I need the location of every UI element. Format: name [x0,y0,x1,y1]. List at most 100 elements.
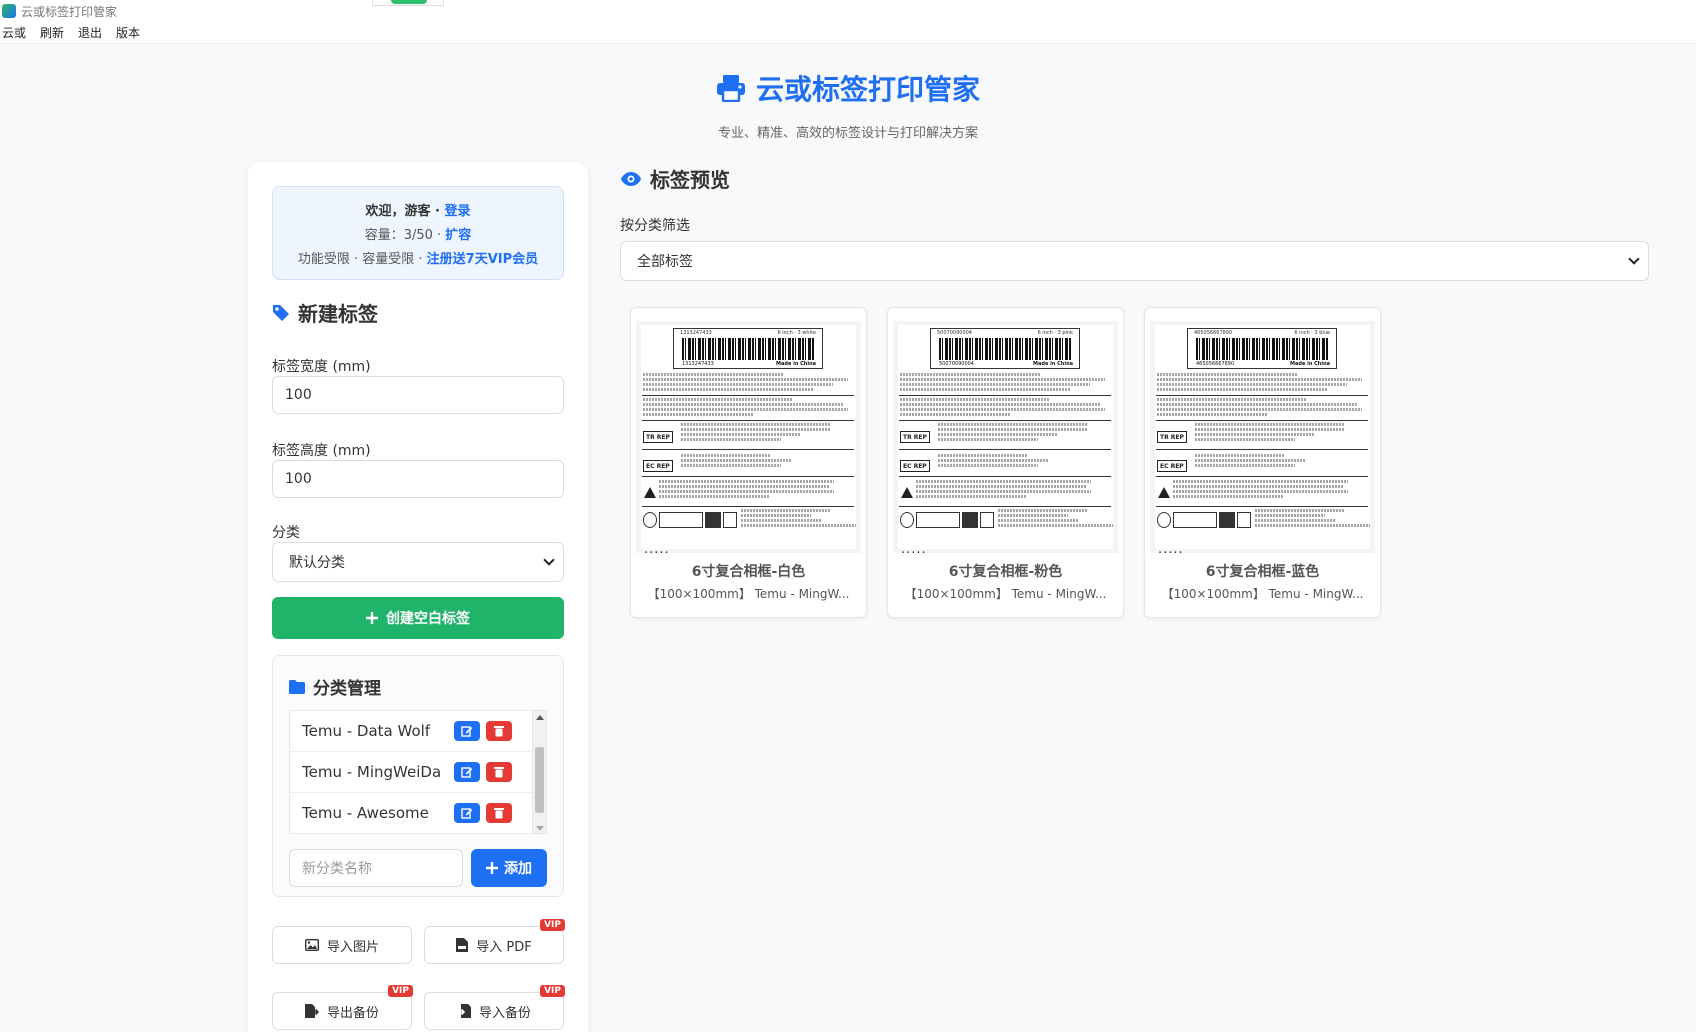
text-line [741,524,856,527]
edit-category-button[interactable] [454,762,480,782]
edit-category-button[interactable] [454,721,480,741]
compliance-icons [900,512,995,528]
card-title: 6寸复合相框-蓝色 [1205,564,1320,580]
create-button-label: 创建空白标签 [386,611,470,627]
text-line [1255,519,1335,522]
capacity-text: 容量：3/50 · [364,228,446,243]
divider [899,449,1111,450]
barcode-image [682,338,814,360]
category-list-scrollbar[interactable] [532,711,546,833]
page-header: 云或标签打印管家 专业、精准、高效的标签设计与打印解决方案 [0,68,1696,141]
new-category-input[interactable]: 新分类名称 [289,849,463,887]
vip-badge: VIP [540,985,565,997]
text-line [1195,428,1345,431]
text-line [900,413,1010,416]
folder-icon [289,679,305,694]
scroll-down-icon[interactable] [536,826,544,831]
text-line [659,495,769,498]
import-image-button[interactable]: 导入图片 [272,926,412,964]
new-label-title: 新建标签 [272,298,378,327]
vip-badge: VIP [540,919,565,931]
label-card[interactable]: 1313247433 6 inch · 3 white 1313247433 M… [630,307,867,618]
expand-link[interactable]: 扩容 [445,228,471,243]
divider [1156,506,1368,507]
category-row: Temu - MingWeiDa [290,752,546,793]
category-manager-title-text: 分类管理 [313,679,381,699]
card-more-dots[interactable]: ..... [644,542,670,557]
create-blank-label-button[interactable]: 创建空白标签 [272,597,564,639]
divider [1156,395,1368,396]
text-line [1157,388,1327,391]
edit-category-button[interactable] [454,803,480,823]
text-line [681,428,831,431]
text-line [681,433,801,436]
text-line [900,388,1070,391]
category-list[interactable]: Temu - Data Wolf Temu - MingWeiDa Temu - [289,710,547,834]
height-input[interactable]: 100 [272,460,564,498]
window-indicator [372,0,444,6]
bin-icon [705,512,721,528]
barcode-box: 1313247433 6 inch · 3 white 1313247433 M… [673,328,823,369]
card-more-dots[interactable]: ..... [1158,542,1184,557]
text-line [643,373,783,376]
label-card[interactable]: 50070090004 6 inch · 3 pink 50070090004 … [887,307,1124,618]
text-line [998,519,1078,522]
add-category-button[interactable]: 添加 [471,849,547,887]
menu-item-refresh[interactable]: 刷新 [40,24,64,41]
text-line [643,398,793,401]
text-line [1195,454,1285,457]
menu-item-version[interactable]: 版本 [116,24,140,41]
divider [642,449,854,450]
label-card[interactable]: 465056667890 6 inch · 3 blue 46505666789… [1144,307,1381,618]
divider [642,395,854,396]
text-line [1173,490,1348,493]
text-line [998,514,1068,517]
scrollbar-thumb[interactable] [535,747,544,813]
text-line [938,423,1088,426]
import-pdf-button[interactable]: 导入 PDF VIP [424,919,565,964]
text-line [643,408,848,411]
trash-icon [494,726,504,737]
new-label-title-text: 新建标签 [298,302,378,326]
file-export-icon [304,1004,319,1018]
text-line [998,524,1113,527]
page-title: 云或标签打印管家 [716,68,980,108]
height-label: 标签高度 (mm) [272,443,371,459]
text-line [741,514,811,517]
text-line [938,464,1038,467]
app-icon [2,4,16,18]
delete-category-button[interactable] [486,762,512,782]
import-backup-button[interactable]: 导入备份 VIP [424,985,565,1030]
card-more-dots[interactable]: ..... [901,542,927,557]
text-line [900,398,1050,401]
menu-item-exit[interactable]: 退出 [78,24,102,41]
category-row: Temu - Data Wolf [290,711,546,752]
login-link[interactable]: 登录 [444,204,470,219]
export-backup-button[interactable]: 导出备份 VIP [272,985,413,1030]
text-line [900,408,1105,411]
width-input[interactable]: 100 [272,376,564,414]
warning-icon [1158,487,1170,498]
divider [642,506,854,507]
category-filter-select[interactable]: 全部标签 [620,241,1649,281]
divider [899,476,1111,477]
welcome-greeting: 欢迎，游客 · [365,204,445,219]
preview-title: 标签预览 [620,164,730,193]
menu-item-app[interactable]: 云或 [2,24,26,41]
chevron-down-icon [543,554,555,566]
scroll-up-icon[interactable] [536,715,544,720]
category-name: Temu - Awesome [302,804,429,822]
text-line [900,383,1090,386]
card-meta: 【100×100mm】 Temu - MingW... [904,587,1107,601]
text-line [659,480,834,483]
delete-category-button[interactable] [486,721,512,741]
image-icon [304,939,319,951]
barcode-code: 465056667890 [1196,361,1235,367]
trash-icon [494,808,504,819]
text-line [741,519,821,522]
vip-offer-link[interactable]: 注册送7天VIP会员 [427,252,538,267]
category-select[interactable]: 默认分类 [272,542,564,582]
delete-category-button[interactable] [486,803,512,823]
card-title: 6寸复合相框-白色 [691,564,806,580]
warning-icon [901,487,913,498]
